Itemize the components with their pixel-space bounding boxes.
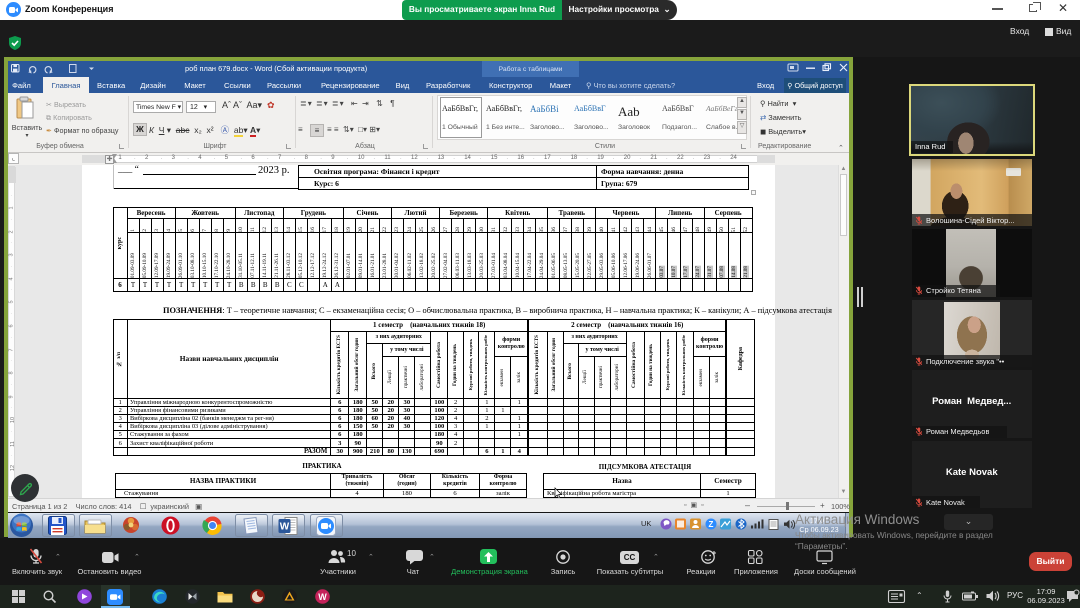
svg-text:W: W — [280, 521, 290, 532]
svg-text:Z: Z — [709, 520, 714, 529]
svg-text:W: W — [318, 592, 327, 602]
